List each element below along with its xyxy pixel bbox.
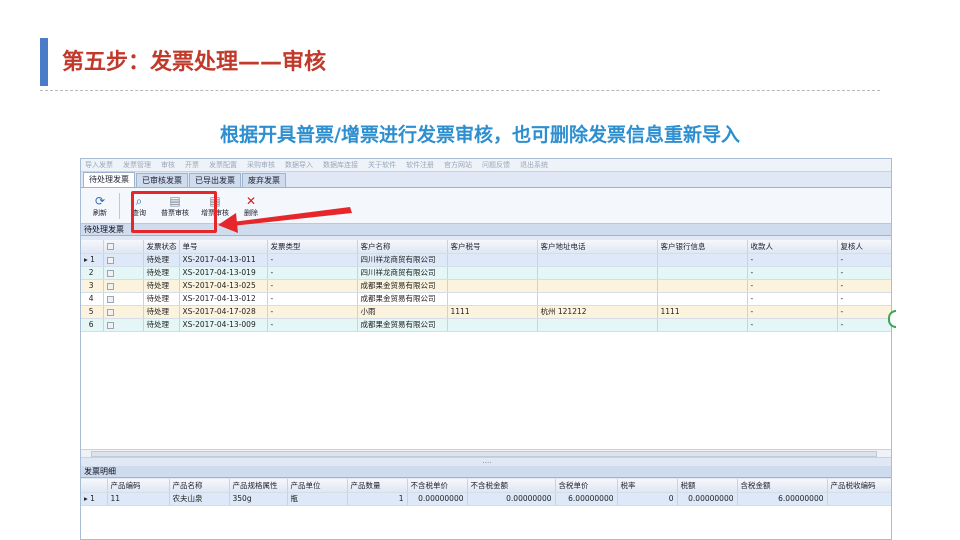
callout-arrow <box>218 207 352 233</box>
side-handle[interactable] <box>888 310 896 328</box>
callout-arrow-head <box>218 213 238 233</box>
callout-arrow-shaft <box>232 207 352 226</box>
